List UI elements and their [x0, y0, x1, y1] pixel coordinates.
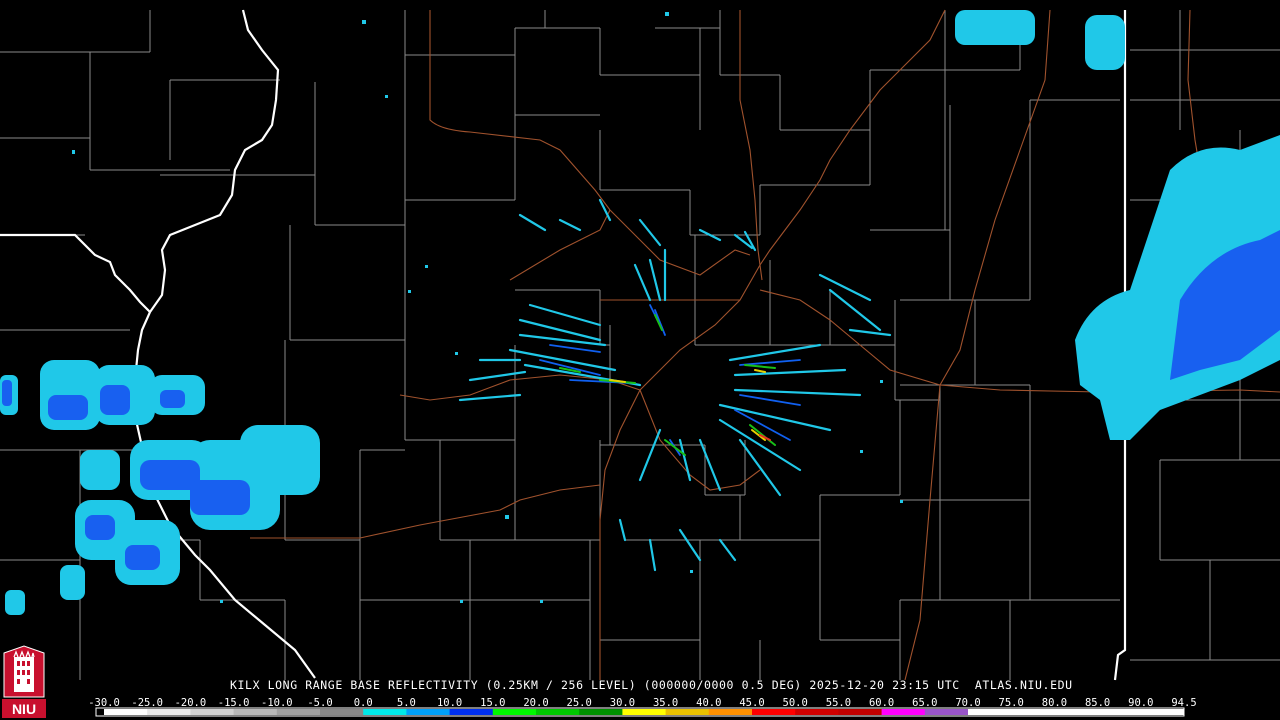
scale-label: 75.0	[998, 697, 1024, 709]
scale-swatch	[622, 709, 667, 715]
scale-swatch	[795, 709, 839, 715]
product-title: KILX LONG RANGE BASE REFLECTIVITY (0.25K…	[230, 678, 1073, 692]
scale-swatch	[363, 709, 407, 715]
scale-swatch	[1140, 709, 1185, 715]
scale-label: -25.0	[131, 697, 163, 709]
scale-label: 5.0	[396, 697, 416, 709]
scale-swatch	[406, 709, 451, 715]
scale-swatch	[968, 709, 1012, 715]
scale-label: 25.0	[566, 697, 592, 709]
scale-label: 10.0	[436, 697, 463, 709]
scale-label: 94.5	[1171, 697, 1197, 709]
scale-swatch	[104, 709, 148, 715]
scale-label: 45.0	[739, 697, 765, 709]
scale-swatch	[320, 709, 364, 715]
scale-swatch	[190, 709, 235, 715]
scale-swatch	[881, 709, 926, 715]
scale-label: 40.0	[696, 697, 722, 709]
scale-label: -30.0	[88, 697, 120, 709]
niu-tower-logo-icon: NIU	[2, 645, 46, 718]
scale-label: -20.0	[174, 697, 207, 709]
scale-swatch	[449, 709, 494, 715]
scale-swatch	[233, 709, 278, 715]
scale-label: 70.0	[955, 697, 981, 709]
scale-labels: -30.0 -25.0 -20.0 -15.0 -10.0 -5.0 0.0 5.0 10.0 1…	[0, 697, 1280, 709]
scale-swatch	[1011, 709, 1055, 715]
scale-label: 0.0	[353, 697, 373, 709]
scale-label: 15.0	[480, 697, 506, 709]
scale-swatch	[924, 709, 969, 715]
scale-label: 90.0	[1128, 697, 1154, 709]
scale-label: 55.0	[825, 697, 852, 709]
scale-swatch	[708, 709, 753, 715]
scale-swatch	[1054, 709, 1099, 715]
scale-label: 30.0	[609, 697, 636, 709]
scale-label: -15.0	[217, 697, 250, 709]
scale-label: -5.0	[307, 697, 333, 709]
scale-label: 35.0	[652, 697, 679, 709]
scale-label: -10.0	[260, 697, 293, 709]
scale-label: 85.0	[1084, 697, 1111, 709]
svg-text:NIU: NIU	[12, 701, 36, 717]
scale-label: 65.0	[912, 697, 938, 709]
scale-label: 20.0	[523, 697, 549, 709]
scale-swatch	[752, 709, 796, 715]
scale-swatch	[665, 709, 710, 715]
scale-swatch	[492, 709, 537, 715]
scale-label: 80.0	[1041, 697, 1068, 709]
scale-swatch	[838, 709, 883, 715]
scale-swatch	[1097, 709, 1142, 715]
scale-label: 60.0	[868, 697, 895, 709]
scale-swatch	[579, 709, 623, 715]
scale-swatch	[276, 709, 321, 715]
radar-map	[0, 0, 1280, 720]
scale-swatch	[147, 709, 191, 715]
reflectivity-color-scale	[95, 707, 1185, 717]
scale-label: 50.0	[782, 697, 808, 709]
scale-swatch	[536, 709, 580, 715]
